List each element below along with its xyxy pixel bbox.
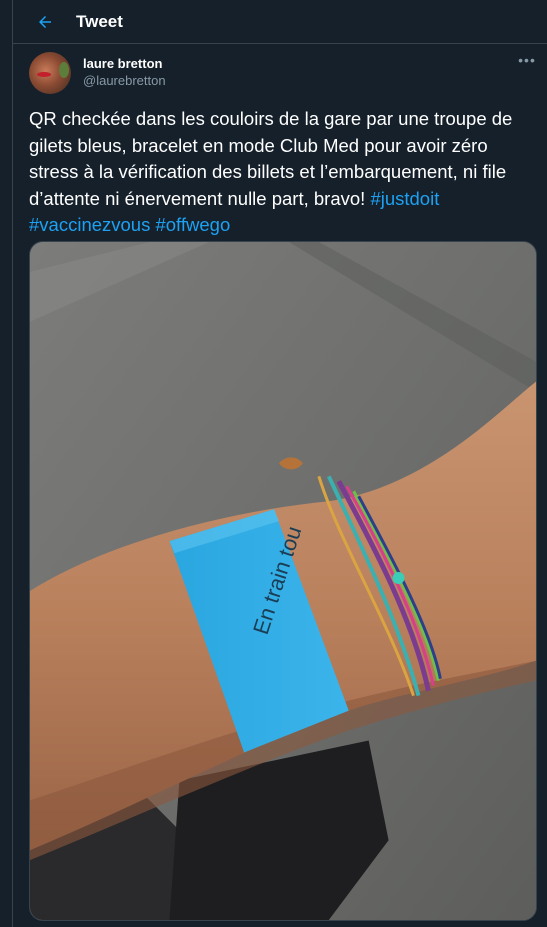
more-options-icon[interactable]: ••• [517, 52, 537, 68]
avatar[interactable] [29, 52, 71, 94]
wristband-photo-image: En train tou [30, 242, 536, 920]
author-handle[interactable]: @laurebretton [83, 72, 166, 90]
tweet-author[interactable]: laure bretton @laurebretton [29, 52, 166, 94]
tweet-text: QR checkée dans les couloirs de la gare … [29, 106, 539, 239]
page-header: Tweet [13, 0, 547, 44]
avatar-detail [37, 72, 51, 77]
tweet-body-text: QR checkée dans les couloirs de la gare … [29, 108, 513, 209]
hashtag-link[interactable]: #offwego [155, 214, 230, 235]
author-display-name[interactable]: laure bretton [83, 56, 166, 72]
arrow-left-icon [39, 15, 51, 28]
tweet-photo[interactable]: En train tou [29, 241, 537, 921]
hashtag-link[interactable]: #vaccinezvous [29, 214, 150, 235]
page-title: Tweet [76, 11, 123, 31]
hashtag-link[interactable]: #justdoit [370, 188, 439, 209]
tweet-panel: Tweet laure bretton @laurebretton ••• QR… [12, 0, 547, 927]
author-names: laure bretton @laurebretton [83, 56, 166, 90]
avatar-detail-leaf [59, 62, 69, 78]
back-button[interactable] [28, 5, 62, 39]
